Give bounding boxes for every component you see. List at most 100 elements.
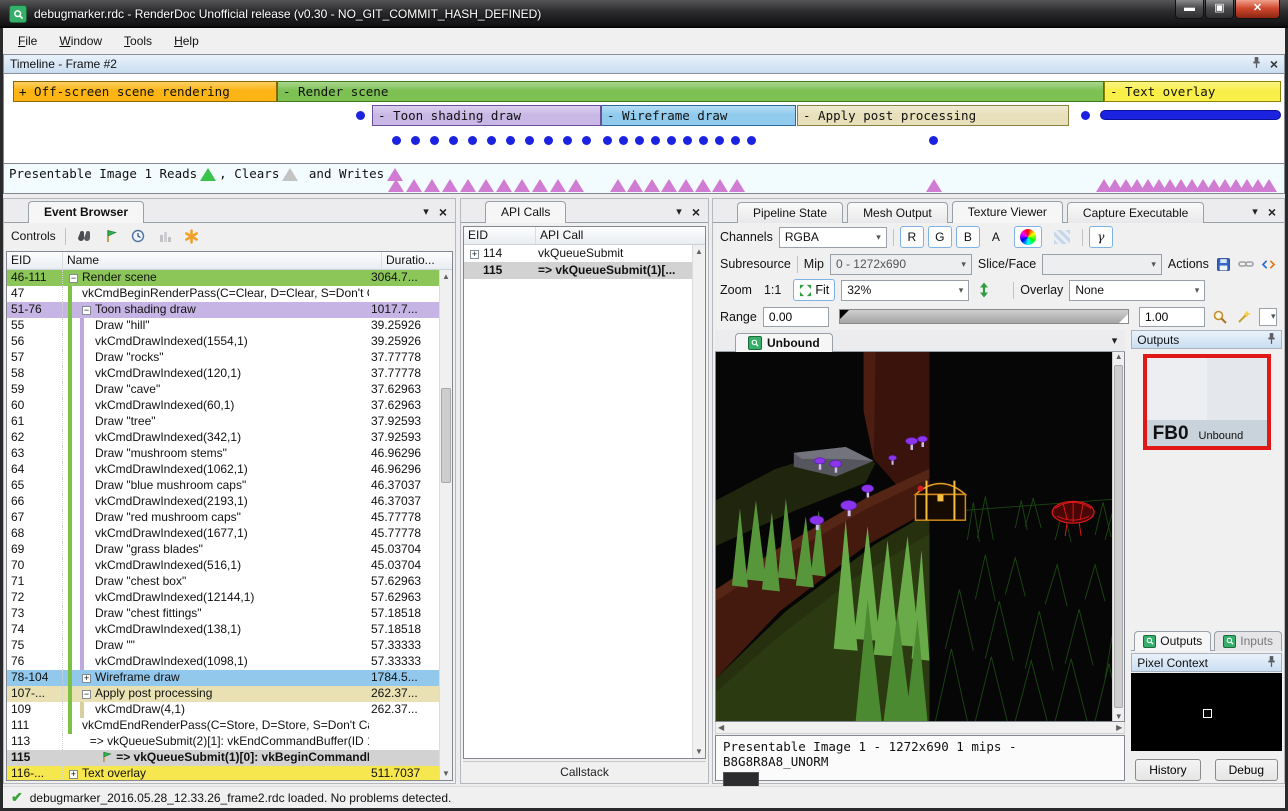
event-browser-scrollbar[interactable]: ▲ ▼ — [439, 270, 452, 780]
maximize-button[interactable]: ▣ — [1205, 0, 1234, 19]
event-dot[interactable] — [468, 136, 477, 145]
find-event-icon[interactable] — [75, 228, 93, 244]
column-eid[interactable]: EID — [7, 252, 63, 269]
scroll-up-icon[interactable]: ▲ — [693, 245, 705, 258]
event-row[interactable]: 60vkCmdDrawIndexed(60,1)37.62963 — [7, 398, 439, 414]
viewport-vscrollbar[interactable]: ▲ ▼ — [1112, 352, 1124, 721]
event-dot-cluster[interactable] — [1100, 110, 1281, 120]
event-dot[interactable] — [392, 136, 401, 145]
event-dot[interactable] — [699, 136, 708, 145]
range-max-input[interactable] — [1139, 307, 1205, 327]
expander-icon[interactable]: − — [82, 690, 91, 699]
menu-tools[interactable]: Tools — [113, 30, 163, 52]
channels-select[interactable]: RGBA▾ — [779, 227, 887, 248]
zoom-fit-button[interactable]: Fit — [793, 279, 835, 301]
event-row[interactable]: 70vkCmdDrawIndexed(516,1)45.03704 — [7, 558, 439, 574]
event-row[interactable]: 61Draw "tree"37.92593 — [7, 414, 439, 430]
tab-texture-viewer[interactable]: Texture Viewer — [952, 201, 1063, 223]
timeline-bar[interactable]: - Text overlay — [1104, 81, 1281, 102]
colorwheel-button[interactable] — [1014, 226, 1042, 248]
close-button[interactable]: ✕ — [1235, 0, 1280, 19]
event-dot[interactable] — [563, 136, 572, 145]
event-row[interactable]: 62vkCmdDrawIndexed(342,1)37.92593 — [7, 430, 439, 446]
tab-pipeline-state[interactable]: Pipeline State — [737, 202, 843, 223]
api-call-row[interactable]: +114vkQueueSubmit — [464, 245, 692, 262]
tab-inputs[interactable]: Inputs — [1214, 631, 1282, 651]
menu-help[interactable]: Help — [163, 30, 210, 52]
event-row[interactable]: 111vkCmdEndRenderPass(C=Store, D=Store, … — [7, 718, 439, 734]
tab-mesh-output[interactable]: Mesh Output — [847, 202, 948, 223]
event-dot[interactable] — [356, 111, 365, 120]
range-min-input[interactable] — [763, 307, 829, 327]
event-row[interactable]: 68vkCmdDrawIndexed(1677,1)45.77778 — [7, 526, 439, 542]
scroll-down-icon[interactable]: ▼ — [440, 767, 452, 780]
event-dot[interactable] — [411, 136, 420, 145]
event-row[interactable]: 51-76−Toon shading draw1017.7... — [7, 302, 439, 318]
black-point-marker[interactable] — [840, 310, 849, 319]
expander-icon[interactable]: + — [69, 770, 78, 779]
close-icon[interactable]: × — [439, 207, 447, 217]
save-texture-icon[interactable] — [1215, 256, 1232, 272]
event-dot[interactable] — [525, 136, 534, 145]
event-row[interactable]: 57Draw "rocks"37.77778 — [7, 350, 439, 366]
event-row[interactable]: 65Draw "blue mushroom caps"46.37037 — [7, 478, 439, 494]
texture-preview-viewport[interactable]: ▲ ▼ — [715, 352, 1125, 722]
event-row[interactable]: 47vkCmdBeginRenderPass(C=Clear, D=Clear,… — [7, 286, 439, 302]
channel-b-button[interactable]: B — [956, 226, 980, 248]
output-fb0-thumbnail[interactable]: FB0 Unbound — [1143, 354, 1271, 450]
zoom-range-icon[interactable] — [1211, 309, 1229, 325]
event-row[interactable]: 67Draw "red mushroom caps"45.77778 — [7, 510, 439, 526]
scrollbar-thumb[interactable] — [1114, 365, 1123, 708]
event-dot[interactable] — [544, 136, 553, 145]
chevron-down-icon[interactable]: ▾ — [1112, 334, 1118, 347]
flip-vertical-icon[interactable] — [975, 282, 993, 298]
zoom-1to1-button[interactable]: 1:1 — [758, 279, 787, 301]
event-row[interactable]: 72vkCmdDrawIndexed(12144,1)57.62963 — [7, 590, 439, 606]
tab-api-calls[interactable]: API Calls — [485, 201, 566, 223]
event-row[interactable]: 63Draw "mushroom stems"46.96296 — [7, 446, 439, 462]
tab-current-texture[interactable]: Unbound — [735, 333, 833, 352]
pin-icon[interactable] — [1267, 655, 1276, 671]
event-row[interactable]: 78-104+Wireframe draw1784.5... — [7, 670, 439, 686]
minimize-button[interactable]: ▬ — [1175, 0, 1204, 19]
pin-icon[interactable] — [1252, 56, 1261, 72]
autofit-wand-icon[interactable] — [1235, 309, 1253, 325]
scroll-right-icon[interactable]: ▶ — [1116, 723, 1122, 732]
timeline-bar[interactable]: + Off-screen scene rendering — [13, 81, 277, 102]
column-name[interactable]: Name — [63, 252, 382, 269]
event-row[interactable]: 56vkCmdDrawIndexed(1554,1)39.25926 — [7, 334, 439, 350]
event-dot[interactable] — [747, 136, 756, 145]
debug-button[interactable]: Debug — [1215, 759, 1278, 781]
chevron-down-icon[interactable]: ▾ — [676, 205, 682, 218]
range-slider[interactable] — [839, 309, 1129, 324]
gamma-button[interactable]: γ — [1089, 226, 1113, 248]
event-row[interactable]: 66vkCmdDrawIndexed(2193,1)46.37037 — [7, 494, 439, 510]
scrollbar-thumb[interactable] — [441, 388, 451, 483]
event-row[interactable]: 74vkCmdDrawIndexed(138,1)57.18518 — [7, 622, 439, 638]
timeline-bar[interactable]: - Render scene — [277, 81, 1104, 102]
event-dot[interactable] — [449, 136, 458, 145]
event-dot[interactable] — [929, 136, 938, 145]
chevron-down-icon[interactable]: ▾ — [423, 205, 429, 218]
close-icon[interactable]: × — [1270, 59, 1278, 69]
event-dot[interactable] — [667, 136, 676, 145]
event-dot[interactable] — [506, 136, 515, 145]
link-icon[interactable] — [1238, 256, 1255, 272]
white-point-marker[interactable] — [1119, 314, 1128, 323]
scroll-up-icon[interactable]: ▲ — [440, 270, 452, 283]
timeline-bar[interactable]: - Apply post processing — [797, 105, 1069, 126]
mip-select[interactable]: 0 - 1272x690▾ — [830, 254, 972, 275]
timer-icon[interactable] — [129, 228, 147, 244]
event-dot[interactable] — [1081, 111, 1090, 120]
channel-a-button[interactable]: A — [984, 226, 1008, 248]
event-row[interactable]: 75Draw ""57.33333 — [7, 638, 439, 654]
overlay-select[interactable]: None▾ — [1069, 280, 1205, 301]
checker-backdrop-button[interactable] — [1048, 226, 1076, 248]
pixel-context-view[interactable] — [1131, 673, 1282, 751]
column-eid[interactable]: EID — [464, 227, 536, 244]
event-row[interactable]: 59Draw "cave"37.62963 — [7, 382, 439, 398]
event-row[interactable]: 107-...−Apply post processing262.37... — [7, 686, 439, 702]
event-dot[interactable] — [715, 136, 724, 145]
menu-file[interactable]: File — [7, 30, 48, 52]
event-dot[interactable] — [731, 136, 740, 145]
